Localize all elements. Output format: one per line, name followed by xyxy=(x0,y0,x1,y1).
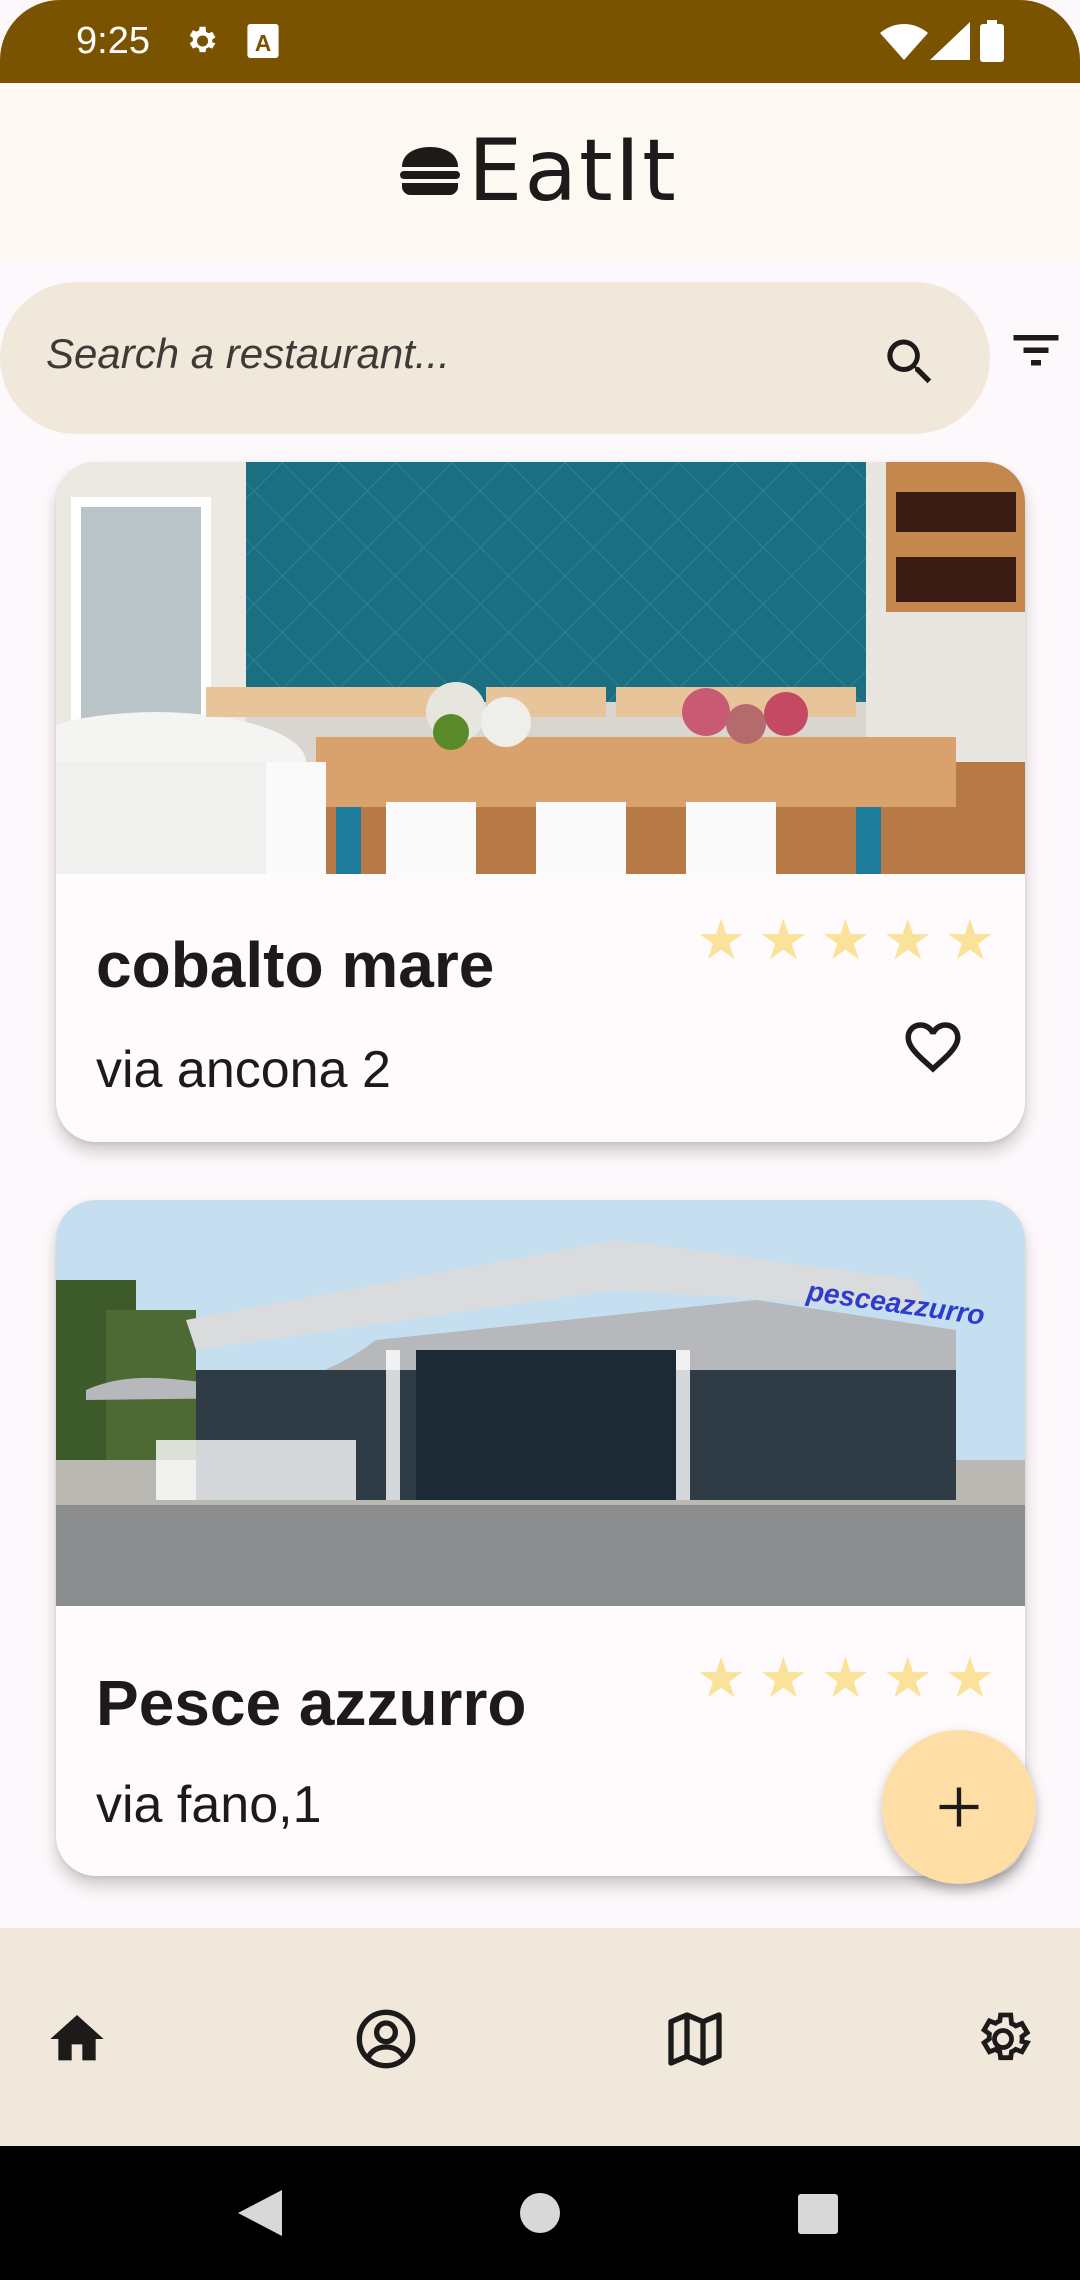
a-icon: A xyxy=(247,24,279,58)
plus-icon xyxy=(939,1787,979,1827)
restaurant-interior-photo xyxy=(56,462,1025,874)
settings-icon xyxy=(980,2012,1031,2061)
star-icon: ★ xyxy=(882,1646,933,1709)
nav-map[interactable] xyxy=(650,1994,740,2084)
restaurant-exterior-photo: pesceazzurro xyxy=(56,1200,1025,1606)
star-icon: ★ xyxy=(696,1646,747,1709)
back-icon[interactable] xyxy=(238,2190,282,2236)
status-time: 9:25 xyxy=(76,20,150,62)
star-icon: ★ xyxy=(758,1646,809,1709)
restaurant-name: cobalto mare xyxy=(96,929,495,1001)
restaurant-card[interactable]: ★ ★ ★ ★ ★ cobalto mare via ancona 2 xyxy=(56,462,1025,1142)
burger-icon xyxy=(400,147,460,195)
app-title: EatIt xyxy=(468,121,678,221)
map-icon xyxy=(668,2012,722,2066)
restaurant-address: via fano,1 xyxy=(96,1776,322,1834)
filter-icon[interactable] xyxy=(1004,320,1068,380)
search-icon[interactable] xyxy=(880,332,940,392)
heart-icon[interactable] xyxy=(900,1014,966,1080)
star-icon: ★ xyxy=(696,908,747,971)
search-input[interactable]: Search a restaurant... xyxy=(46,330,450,378)
rating-stars: ★ ★ ★ ★ ★ xyxy=(696,1650,995,1706)
restaurant-address: via ancona 2 xyxy=(96,1041,391,1099)
svg-text:A: A xyxy=(255,30,271,56)
star-icon: ★ xyxy=(882,908,933,971)
star-icon: ★ xyxy=(944,1646,996,1709)
search-bar[interactable]: Search a restaurant... xyxy=(0,282,990,434)
bottom-navigation xyxy=(0,1928,1080,2146)
star-icon: ★ xyxy=(820,908,871,971)
nav-account[interactable] xyxy=(341,1994,431,2084)
rating-stars: ★ ★ ★ ★ ★ xyxy=(696,912,995,968)
gear-icon xyxy=(189,26,216,53)
status-bar: 9:25 A xyxy=(0,0,1080,83)
app-header: EatIt xyxy=(0,83,1080,259)
restaurant-name: Pesce azzurro xyxy=(96,1667,527,1739)
home-icon xyxy=(50,2015,104,2061)
nav-home[interactable] xyxy=(32,1994,122,2084)
wifi-icon xyxy=(880,24,928,60)
star-icon: ★ xyxy=(944,908,996,971)
app-logo: EatIt xyxy=(400,121,678,221)
star-icon: ★ xyxy=(820,1646,871,1709)
recents-icon[interactable] xyxy=(798,2194,838,2234)
restaurant-card[interactable]: pesceazzurro ★ ★ ★ ★ ★ Pesce azzurro via… xyxy=(56,1200,1025,1876)
home-circle-icon[interactable] xyxy=(519,2192,561,2234)
signal-icon xyxy=(930,22,970,60)
battery-icon xyxy=(980,20,1004,62)
account-icon xyxy=(356,2009,416,2069)
add-restaurant-button[interactable] xyxy=(882,1730,1036,1884)
nav-settings[interactable] xyxy=(958,1994,1048,2084)
system-navigation-bar xyxy=(0,2146,1080,2280)
star-icon: ★ xyxy=(758,908,809,971)
